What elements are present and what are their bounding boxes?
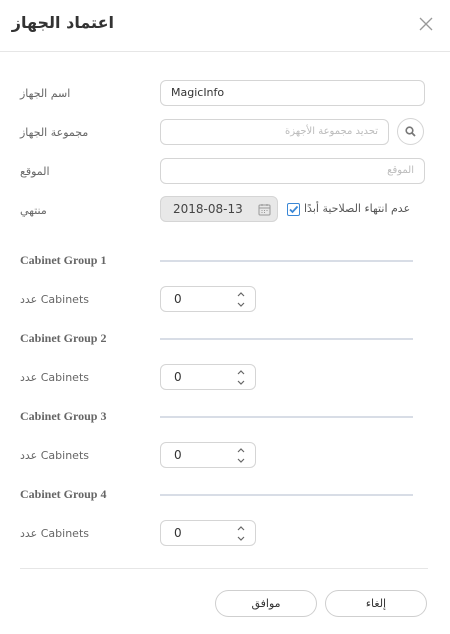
cancel-button[interactable]: إلغاء: [325, 590, 427, 617]
device-approval-dialog: اعتماد الجهاز اسم الجهاز MagicInfo مجموع…: [0, 0, 450, 634]
never-expire-checkbox[interactable]: [287, 203, 300, 216]
cabinet-count-label: عدد Cabinets: [20, 371, 89, 384]
search-icon: [405, 126, 416, 137]
device-group-input[interactable]: تحديد مجموعة الأجهزة: [160, 119, 389, 145]
cabinet-group-2-title: Cabinet Group 2: [20, 331, 107, 345]
cabinet-group-3-title: Cabinet Group 3: [20, 409, 107, 423]
section-divider: [160, 260, 413, 262]
expiry-label: منتهي: [20, 204, 47, 217]
cabinet-count-stepper[interactable]: 0: [160, 286, 256, 312]
cabinet-count-stepper[interactable]: 0: [160, 520, 256, 546]
section-divider: [160, 416, 413, 418]
cabinet-count-value: 0: [174, 292, 182, 306]
section-divider: [160, 338, 413, 340]
close-icon[interactable]: [419, 17, 433, 31]
cabinet-count-label: عدد Cabinets: [20, 293, 89, 306]
ok-button[interactable]: موافق: [215, 590, 317, 617]
location-input[interactable]: الموقع: [160, 158, 425, 184]
chevron-down-icon[interactable]: [236, 535, 246, 543]
section-divider: [160, 494, 413, 496]
chevron-down-icon[interactable]: [236, 457, 246, 465]
chevron-down-icon[interactable]: [236, 379, 246, 387]
cabinet-group-4-title: Cabinet Group 4: [20, 487, 107, 501]
never-expire-label: عدم انتهاء الصلاحية أبدًا: [304, 202, 411, 215]
chevron-up-icon[interactable]: [236, 446, 246, 454]
chevron-up-icon[interactable]: [236, 524, 246, 532]
chevron-down-icon[interactable]: [236, 301, 246, 309]
cabinet-count-value: 0: [174, 526, 182, 540]
cabinet-count-value: 0: [174, 448, 182, 462]
dialog-header: اعتماد الجهاز: [0, 0, 450, 52]
cabinet-group-1-title: Cabinet Group 1: [20, 253, 107, 267]
device-group-search-button[interactable]: [397, 118, 424, 145]
cabinet-count-label: عدد Cabinets: [20, 449, 89, 462]
expiry-date-field: 2018-08-13: [160, 196, 278, 222]
device-name-label: اسم الجهاز: [20, 87, 71, 100]
chevron-up-icon[interactable]: [236, 290, 246, 298]
dialog-title: اعتماد الجهاز: [11, 13, 114, 32]
calendar-icon: [258, 204, 271, 216]
location-label: الموقع: [20, 165, 50, 178]
cabinet-count-stepper[interactable]: 0: [160, 442, 256, 468]
cabinet-count-label: عدد Cabinets: [20, 527, 89, 540]
cabinet-count-stepper[interactable]: 0: [160, 364, 256, 390]
chevron-up-icon[interactable]: [236, 368, 246, 376]
cabinet-count-value: 0: [174, 370, 182, 384]
footer-divider: [20, 568, 428, 569]
device-group-label: مجموعة الجهاز: [20, 126, 89, 139]
expiry-date-value: 2018-08-13: [173, 202, 243, 216]
device-name-input[interactable]: MagicInfo: [160, 80, 425, 106]
checkmark-icon: [289, 205, 299, 214]
